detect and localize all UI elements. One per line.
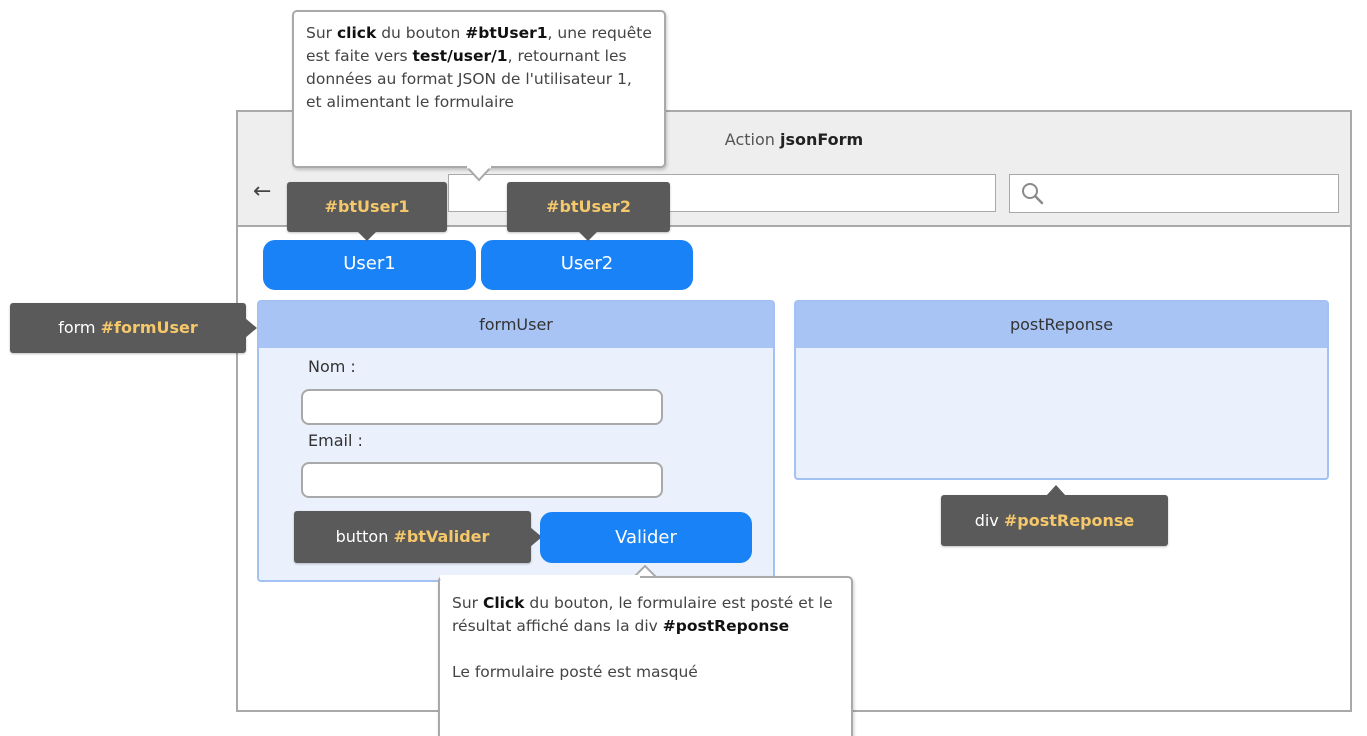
- btvalider-callout: button #btValider: [294, 511, 531, 563]
- tooltip-keyword: Click: [482, 594, 525, 612]
- tooltip-keyword: #postReponse: [662, 617, 790, 635]
- postreponse-callout-prefix: div: [974, 511, 999, 530]
- btuser2-callout-pointer: [578, 231, 598, 241]
- user-click-tooltip: Sur click du bouton #btUser1, une requêt…: [292, 10, 666, 168]
- tooltip-text: du bouton: [376, 24, 466, 42]
- window-title-prefix: Action: [724, 130, 775, 149]
- valider-button[interactable]: Valider: [540, 512, 752, 563]
- email-label: Email :: [308, 431, 363, 450]
- user2-button[interactable]: User2: [481, 240, 693, 290]
- back-arrow-icon[interactable]: ←: [253, 179, 271, 204]
- tooltip-text: Sur: [306, 24, 337, 42]
- tooltip-border-mask: [440, 575, 640, 579]
- email-field[interactable]: [301, 462, 663, 498]
- nom-field[interactable]: [301, 389, 663, 425]
- btuser2-callout: #btUser2: [507, 182, 670, 232]
- tooltip-keyword: click: [336, 24, 377, 42]
- search-icon: [1022, 183, 1044, 205]
- postreponse-callout-id: #postReponse: [1003, 511, 1135, 530]
- search-input[interactable]: [1009, 174, 1339, 213]
- tooltip-keyword: test/user/1: [412, 47, 508, 65]
- formuser-callout-prefix: form: [58, 318, 96, 337]
- nom-label: Nom :: [308, 357, 356, 376]
- valider-tooltip-paragraph-1: Sur Click du bouton, le formulaire est p…: [452, 592, 839, 638]
- formuser-callout-pointer: [245, 318, 257, 338]
- btuser1-callout-label: #btUser1: [324, 197, 410, 216]
- tooltip-text: Sur: [452, 594, 483, 612]
- valider-click-tooltip: Sur Click du bouton, le formulaire est p…: [438, 576, 853, 736]
- btuser1-callout-pointer: [357, 231, 377, 241]
- btuser2-callout-label: #btUser2: [546, 197, 631, 216]
- response-panel-title: postReponse: [796, 302, 1327, 348]
- user1-button[interactable]: User1: [263, 240, 476, 290]
- user-click-tooltip-pointer: [466, 166, 492, 182]
- btvalider-callout-prefix: button: [335, 527, 389, 546]
- tooltip-keyword: #btUser1: [465, 24, 548, 42]
- postreponse-callout: div #postReponse: [941, 495, 1168, 546]
- formuser-callout-id: #formUser: [100, 318, 198, 337]
- btvalider-callout-id: #btValider: [393, 527, 490, 546]
- window-title-action: jsonForm: [779, 130, 864, 149]
- valider-tooltip-paragraph-2: Le formulaire posté est masqué: [452, 663, 698, 681]
- form-panel-title: formUser: [259, 302, 773, 348]
- formuser-callout: form #formUser: [10, 303, 246, 353]
- btuser1-callout: #btUser1: [287, 182, 447, 232]
